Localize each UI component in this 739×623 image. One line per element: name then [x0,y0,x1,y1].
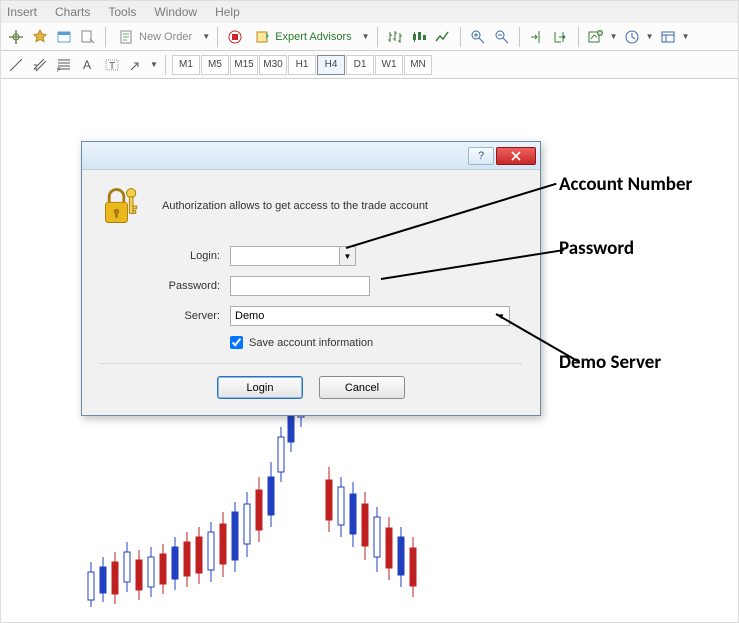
close-button[interactable] [496,147,536,165]
menu-insert[interactable]: Insert [7,5,37,19]
properties-icon[interactable] [77,26,99,48]
order-icon [119,29,135,45]
menu-window[interactable]: Window [154,5,197,19]
cancel-button[interactable]: Cancel [319,376,405,399]
timeframe-m5[interactable]: M5 [201,55,229,75]
star-icon[interactable] [29,26,51,48]
help-button[interactable]: ? [468,147,494,165]
timeframe-mn[interactable]: MN [404,55,432,75]
svg-text:T: T [109,61,115,72]
indicators-icon[interactable] [585,26,607,48]
ea-icon [255,29,271,45]
save-account-checkbox[interactable] [230,336,243,349]
autotrade-icon[interactable] [224,26,246,48]
periods-icon[interactable] [621,26,643,48]
toolbar-main: New Order ▼ Expert Advisors ▼ ▼ ▼ ▼ [1,23,738,51]
password-input[interactable] [230,276,370,296]
timeframe-m30[interactable]: M30 [259,55,287,75]
timeframe-d1[interactable]: D1 [346,55,374,75]
password-label: Password: [100,280,230,292]
indicators-dropdown[interactable]: ▼ [609,32,619,41]
server-select[interactable]: Demo ▼ [230,306,510,326]
autoscroll-icon[interactable] [550,26,572,48]
arrows-icon[interactable] [125,54,147,76]
menu-charts[interactable]: Charts [55,5,90,19]
text-icon[interactable]: T [101,54,123,76]
fibonacci-icon[interactable]: F [53,54,75,76]
login-button[interactable]: Login [217,376,303,399]
zoom-out-icon[interactable] [491,26,513,48]
annotation-demo-server: Demo Server [559,351,661,374]
window-icon[interactable] [53,26,75,48]
menu-help[interactable]: Help [215,5,240,19]
ea-dropdown[interactable]: ▼ [361,32,371,41]
annotation-account-number: Account Number [559,173,692,196]
timeframe-m1[interactable]: M1 [172,55,200,75]
new-order-button[interactable]: New Order [112,26,199,48]
equidistant-icon[interactable] [29,54,51,76]
timeframe-w1[interactable]: W1 [375,55,403,75]
trendline-icon[interactable] [5,54,27,76]
zoom-in-icon[interactable] [467,26,489,48]
menu-bar: Insert Charts Tools Window Help [1,1,738,23]
timeframe-h1[interactable]: H1 [288,55,316,75]
svg-text:A: A [83,58,91,72]
server-label: Server: [100,310,230,322]
login-label: Login: [100,250,230,262]
menu-tools[interactable]: Tools [108,5,136,19]
dialog-titlebar: ? [82,142,540,170]
timeframe-h4[interactable]: H4 [317,55,345,75]
expert-advisors-button[interactable]: Expert Advisors [248,26,358,48]
login-dropdown[interactable]: ▼ [340,246,356,266]
toolbar-draw: F A T ▼ M1 M5 M15 M30 H1 H4 D1 W1 MN [1,51,738,79]
line-chart-icon[interactable] [432,26,454,48]
save-account-label: Save account information [249,337,373,349]
new-order-dropdown[interactable]: ▼ [201,32,211,41]
svg-text:F: F [57,68,61,73]
periods-dropdown[interactable]: ▼ [645,32,655,41]
dialog-separator [100,363,522,364]
auth-description: Authorization allows to get access to th… [162,200,428,212]
shift-icon[interactable] [526,26,548,48]
templates-icon[interactable] [657,26,679,48]
server-value: Demo [235,310,264,322]
lock-keys-icon [100,184,144,228]
annotation-password: Password [559,237,634,260]
close-icon [511,151,521,161]
login-dialog: ? Authorization allows to get access to … [81,141,541,416]
login-input[interactable] [230,246,340,266]
arrows-dropdown[interactable]: ▼ [149,60,159,69]
bar-chart-icon[interactable] [384,26,406,48]
crosshair-icon[interactable] [5,26,27,48]
templates-dropdown[interactable]: ▼ [681,32,691,41]
candle-chart-icon[interactable] [408,26,430,48]
timeframe-m15[interactable]: M15 [230,55,258,75]
text-label-icon[interactable]: A [77,54,99,76]
